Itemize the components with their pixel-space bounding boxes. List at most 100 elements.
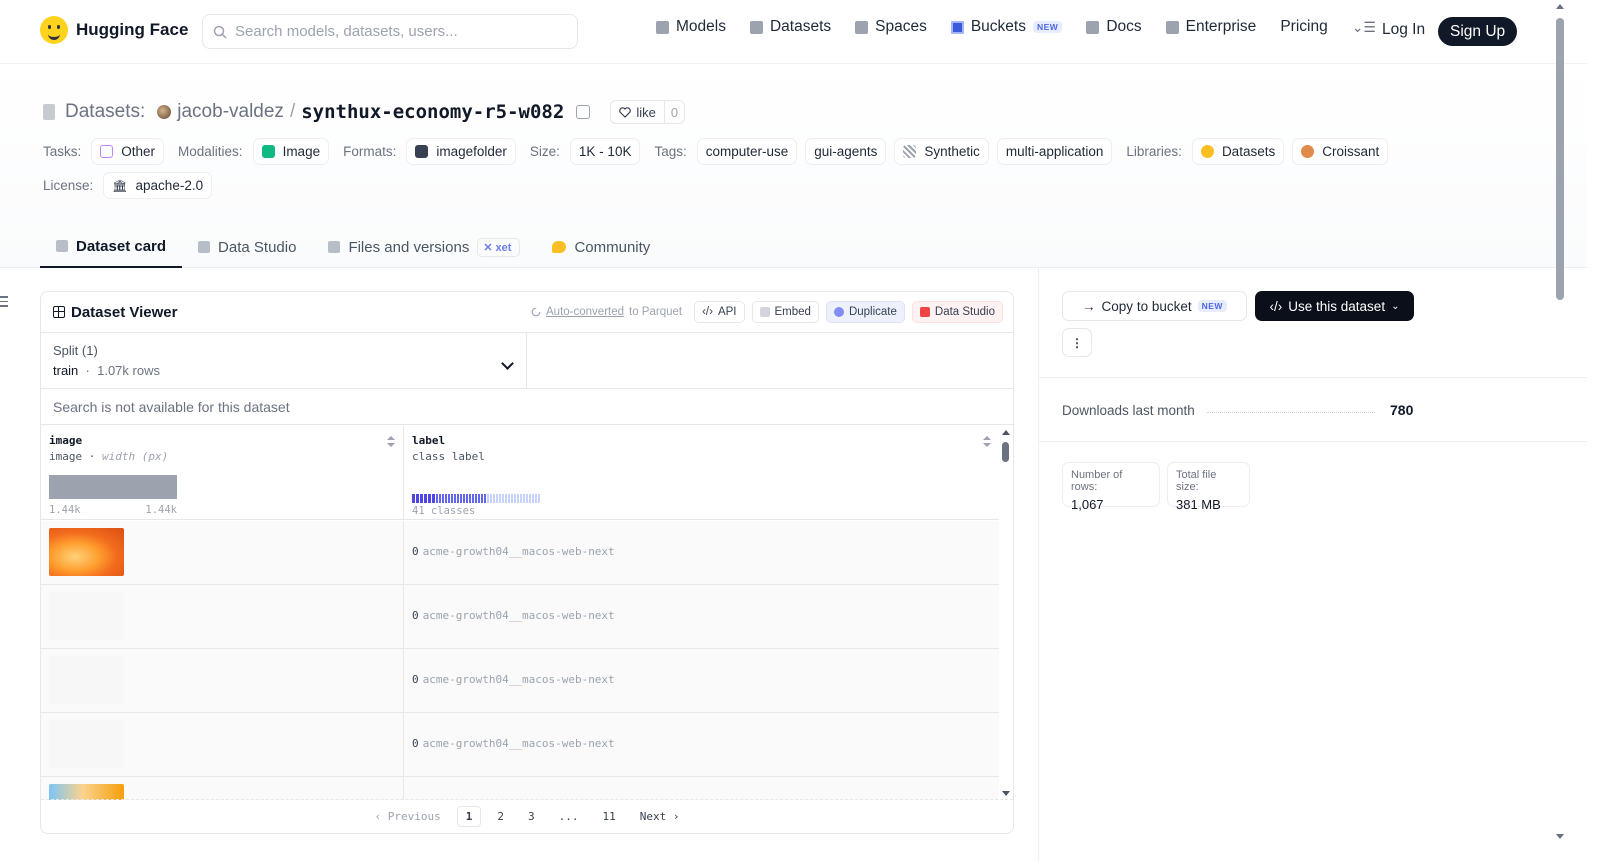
page-1[interactable]: 1 [456, 806, 482, 827]
pagination: ‹ Previous 1 2 3 ... 11 Next › [41, 799, 1013, 833]
auto-converted-info: Auto-converted to Parquet [531, 306, 682, 318]
split-selector[interactable]: Split (1) train · 1.07k rows [41, 333, 527, 388]
tag-size[interactable]: 1K - 10K [569, 138, 641, 165]
brand[interactable]: Hugging Face [40, 16, 188, 44]
tab-label: Files and versions [348, 238, 470, 256]
column-type: class label [412, 450, 485, 463]
sort-icon[interactable] [983, 436, 991, 448]
page-3[interactable]: 3 [520, 807, 543, 826]
image-thumbnail[interactable] [49, 656, 124, 704]
tab-dataset-card[interactable]: Dataset card [40, 226, 183, 268]
sort-icon[interactable] [387, 436, 395, 448]
login-link[interactable]: Log In [1382, 21, 1425, 39]
more-options-button[interactable]: ⋮ [1062, 328, 1092, 357]
data-studio-button[interactable]: Data Studio [911, 301, 1003, 323]
nav-models[interactable]: Models [656, 18, 726, 36]
more-menu-icon[interactable]: ⌄☰ [1352, 19, 1376, 36]
page-2[interactable]: 2 [489, 807, 512, 826]
copy-to-bucket-button[interactable]: → Copy to bucket NEW [1062, 291, 1247, 321]
table-scrollbar[interactable] [999, 426, 1013, 800]
tag-task-other[interactable]: Other [91, 138, 165, 165]
scroll-up-icon[interactable] [1002, 430, 1010, 435]
width-histogram[interactable] [49, 475, 177, 499]
scroll-thumb[interactable] [1002, 442, 1009, 462]
tag-label: gui-agents [814, 144, 878, 159]
hist-min: 1.44k [49, 504, 81, 516]
nav-models-label: Models [676, 18, 726, 35]
nav-enterprise[interactable]: Enterprise [1165, 18, 1256, 36]
image-thumbnail[interactable] [49, 528, 124, 576]
tab-files[interactable]: Files and versions ✕ xet [312, 226, 536, 268]
tag-library-datasets[interactable]: Datasets [1191, 138, 1285, 165]
table-row[interactable]: 0 acme-growth04__macos-web-next [41, 713, 999, 777]
scroll-down-icon[interactable] [1002, 791, 1010, 796]
tag-synthetic[interactable]: Synthetic [894, 138, 989, 165]
tab-data-studio[interactable]: Data Studio [182, 226, 312, 268]
table-row[interactable]: 0 acme-growth04__macos-web-next [41, 521, 999, 585]
api-button[interactable]: ‹/› API [694, 301, 745, 323]
next-label: Next [639, 810, 667, 823]
copy-icon[interactable] [576, 105, 591, 119]
scroll-thumb[interactable] [1556, 18, 1564, 300]
repo-name[interactable]: synthux-economy-r5-w082 [301, 101, 564, 123]
tag-multi-application[interactable]: multi-application [996, 138, 1113, 165]
auto-converted-link[interactable]: Auto-converted [546, 306, 624, 318]
tag-modality-image[interactable]: Image [252, 138, 330, 165]
search-input[interactable] [235, 23, 555, 40]
class-bar [478, 494, 480, 503]
search-box[interactable] [202, 14, 578, 49]
tab-label: Dataset card [76, 237, 167, 255]
enterprise-icon [1165, 20, 1179, 34]
class-distribution[interactable] [412, 494, 540, 503]
tag-gui-agents[interactable]: gui-agents [805, 138, 887, 165]
page-scrollbar[interactable] [1553, 0, 1567, 861]
class-bar [505, 494, 507, 503]
nav-spaces[interactable]: Spaces [855, 18, 927, 36]
tag-format-imagefolder[interactable]: imagefolder [406, 138, 516, 165]
nav-buckets[interactable]: Buckets NEW [950, 18, 1063, 36]
stat-rows: Number of rows: 1,067 [1062, 462, 1160, 512]
class-bar [454, 494, 456, 503]
class-bar [469, 494, 471, 503]
class-bar [436, 494, 438, 503]
nav-spaces-label: Spaces [875, 18, 927, 35]
libraries-label: Libraries: [1126, 144, 1182, 159]
like-button[interactable]: like 0 [610, 100, 686, 124]
class-bar [466, 494, 468, 503]
tag-computer-use[interactable]: computer-use [696, 138, 798, 165]
next-page[interactable]: Next › [632, 807, 688, 826]
duplicate-button[interactable]: Duplicate [825, 301, 905, 323]
scroll-up-icon[interactable] [1556, 4, 1564, 9]
scroll-down-icon[interactable] [1556, 834, 1564, 839]
class-bar [517, 494, 519, 503]
nav-pricing[interactable]: Pricing [1280, 18, 1327, 36]
sidebar-toggle-icon[interactable] [0, 296, 10, 308]
class-bar [442, 494, 444, 503]
column-header-image[interactable]: image image · width (px) 1.44k 1.44k [41, 426, 404, 520]
signup-button[interactable]: Sign Up [1438, 17, 1518, 46]
to-parquet-text: to Parquet [629, 306, 683, 318]
tag-license[interactable]: 🏛 apache-2.0 [103, 172, 213, 199]
tag-library-croissant[interactable]: Croissant [1292, 138, 1389, 165]
table-row[interactable]: 0 acme-growth04__macos-web-next [41, 585, 999, 649]
class-count: 41 classes [412, 505, 476, 517]
owner-link[interactable]: jacob-valdez [177, 101, 284, 123]
table-row[interactable] [41, 777, 999, 800]
image-thumbnail[interactable] [49, 784, 124, 800]
xet-label: xet [495, 241, 512, 254]
nav-datasets[interactable]: Datasets [749, 18, 831, 36]
table-row[interactable]: 0 acme-growth04__macos-web-next [41, 649, 999, 713]
image-thumbnail[interactable] [49, 592, 124, 640]
data-table: image image · width (px) 1.44k 1.44k labe… [41, 426, 999, 800]
avatar [157, 105, 172, 119]
use-this-dataset-button[interactable]: ‹/› Use this dataset ⌄ [1255, 291, 1414, 321]
tab-community[interactable]: Community [536, 226, 666, 268]
previous-page[interactable]: ‹ Previous [367, 807, 449, 826]
viewer-title-text: Dataset Viewer [71, 303, 178, 321]
page-11[interactable]: 11 [594, 807, 623, 826]
image-thumbnail[interactable] [49, 720, 124, 768]
nav-docs[interactable]: Docs [1086, 18, 1142, 36]
tag-label: Croissant [1322, 144, 1380, 159]
column-header-label[interactable]: label class label 41 classes [404, 426, 999, 520]
embed-button[interactable]: Embed [751, 301, 819, 323]
